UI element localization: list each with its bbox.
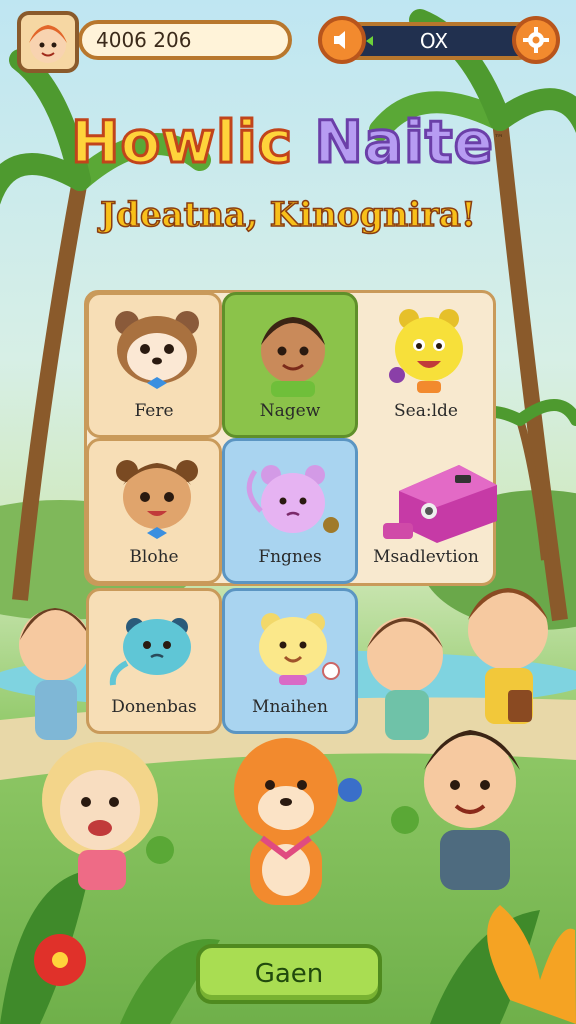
tile-label: Sea:lde <box>394 401 458 421</box>
blue-blob-character-icon <box>109 618 191 686</box>
game-subtitle: Jdeatna, Kinognira! <box>99 194 476 236</box>
speaker-icon <box>334 31 345 49</box>
settings-button[interactable] <box>512 16 560 64</box>
tile-fngnes[interactable]: Fngnes <box>222 438 358 584</box>
lion-girl-character-icon <box>42 742 174 890</box>
game-title: Howlic Naite™ <box>0 107 576 178</box>
tile-fere[interactable]: Fere <box>86 292 222 438</box>
bear-kid-character-icon <box>116 460 198 539</box>
raccoon-character-icon <box>115 311 199 389</box>
avatar-face-icon <box>29 25 67 63</box>
boy-front-character-icon <box>391 730 520 890</box>
tile-nagew[interactable]: Nagew <box>222 292 358 438</box>
score-value: 4006 206 <box>96 28 192 52</box>
title-word-1: Howlic <box>70 107 294 178</box>
gear-icon <box>523 27 549 53</box>
fox-mascot-character-icon <box>234 738 362 905</box>
trademark-mark: ™ <box>493 133 505 145</box>
tile-label: Blohe <box>129 547 179 567</box>
tile-msadlevtion[interactable]: Msadlevtion <box>358 438 497 584</box>
title-word-2: Naite <box>313 107 495 178</box>
yellow-bear-character-icon <box>389 309 463 393</box>
top-hud: 4006 206 OX <box>0 0 576 80</box>
tile-label: Mnaihen <box>252 697 328 717</box>
sound-button[interactable] <box>318 16 366 64</box>
tile-donenbas[interactable]: Donenbas <box>86 588 222 734</box>
tile-seaide[interactable]: Sea:lde <box>358 292 494 438</box>
yellow-cat-character-icon <box>259 613 340 685</box>
tile-label: Msadlevtion <box>373 547 479 567</box>
player-avatar[interactable] <box>17 11 79 73</box>
girl-character-icon <box>19 608 92 740</box>
tile-blohe[interactable]: Blohe <box>86 438 222 584</box>
boy-character-icon <box>261 317 325 397</box>
toy-machine-icon <box>383 465 497 543</box>
tile-label: Fere <box>134 401 174 421</box>
tile-label: Fngnes <box>258 547 322 567</box>
game-scene: 4006 206 OX Howlic Naite™ Jdeatna, Kinog… <box>0 0 576 1024</box>
battery-icon <box>366 36 373 46</box>
tile-label: Nagew <box>259 401 321 421</box>
pink-monkey-character-icon <box>246 465 339 533</box>
start-game-button[interactable]: Gaen <box>196 944 382 1004</box>
boy-back-character-icon <box>367 617 443 740</box>
tile-mnaihen[interactable]: Mnaihen <box>222 588 358 734</box>
boy-side-character-icon <box>468 588 548 724</box>
status-value: OX <box>419 29 449 53</box>
tile-label: Donenbas <box>111 697 197 717</box>
score-display: 4006 206 <box>78 20 292 60</box>
